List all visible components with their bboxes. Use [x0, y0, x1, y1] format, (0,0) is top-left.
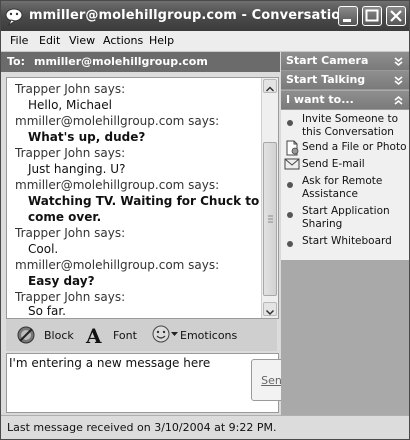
start-camera-header[interactable]: Start Camera	[281, 52, 409, 71]
start-talking-header[interactable]: Start Talking	[281, 71, 409, 90]
font-icon[interactable]: A	[86, 324, 102, 348]
menu-actions[interactable]: Actions	[103, 34, 143, 47]
message-text: Just hanging. U?	[28, 162, 126, 176]
window-title: mmiller@molehillgroup.com - Conversation	[29, 8, 350, 23]
message-sender: mmiller@molehillgroup.com says:	[15, 178, 220, 192]
to-bar: To: mmiller@molehillgroup.com	[1, 52, 280, 72]
message-input[interactable]: I'm entering a new message here	[9, 356, 241, 408]
i-want-to-list: Invite Someone to this Conversation Send…	[281, 110, 409, 260]
action-invite[interactable]: Invite Someone to this Conversation	[302, 113, 398, 139]
maximize-button[interactable]	[362, 6, 382, 26]
i-want-to-label: I want to...	[286, 93, 354, 106]
dropdown-arrow-icon[interactable]	[171, 332, 178, 337]
chevron-double-down-icon	[394, 76, 403, 86]
message-sender: Trapper John says:	[15, 226, 126, 240]
conversation-window: mmiller@molehillgroup.com - Conversation…	[0, 0, 410, 440]
i-want-to-header[interactable]: I want to...	[281, 91, 409, 110]
action-invite-line1: Invite Someone to	[302, 113, 398, 125]
bullet-icon	[287, 120, 293, 126]
block-icon[interactable]	[16, 325, 36, 345]
menu-edit[interactable]: Edit	[39, 34, 60, 47]
format-toolbar: Block A Font Emoticons	[6, 319, 277, 351]
message-text: Easy day?	[28, 274, 95, 288]
block-button[interactable]: Block	[44, 329, 74, 342]
action-whiteboard[interactable]: Start Whiteboard	[302, 235, 392, 248]
action-remote-line1: Ask for Remote	[302, 175, 383, 187]
message-text: Hello, Michael	[28, 98, 113, 112]
message-text: What's up, dude?	[28, 130, 146, 144]
status-text: Last message received on 3/10/2004 at 9:…	[7, 421, 277, 434]
emoticon-smiley-icon[interactable]	[152, 325, 170, 343]
start-talking-label: Start Talking	[286, 73, 366, 86]
message-sender: Trapper John says:	[15, 290, 126, 304]
bullet-icon	[287, 212, 293, 218]
minimize-icon	[343, 19, 351, 22]
menu-help[interactable]: Help	[149, 34, 174, 47]
scroll-thumb[interactable]	[263, 142, 277, 296]
font-button[interactable]: Font	[113, 329, 137, 342]
emoticons-button[interactable]: Emoticons	[180, 329, 237, 342]
scroll-up-button[interactable]	[263, 79, 277, 93]
messenger-buddy-icon	[5, 8, 23, 26]
bullet-icon	[287, 241, 293, 247]
status-bar: Last message received on 3/10/2004 at 9:…	[1, 415, 409, 439]
action-remote-assistance[interactable]: Ask for Remote Assistance	[302, 175, 382, 201]
minimize-button[interactable]	[338, 6, 358, 26]
message-sender: mmiller@molehillgroup.com says:	[15, 258, 220, 272]
chevron-up-icon	[265, 86, 275, 92]
actions-pane: Start Camera Start Talking I want to... …	[281, 52, 409, 415]
recipient-address: mmiller@molehillgroup.com	[34, 55, 208, 68]
title-bar[interactable]: mmiller@molehillgroup.com - Conversation	[1, 1, 409, 31]
to-label: To:	[7, 55, 25, 68]
action-sharing-line1: Start Application	[302, 205, 390, 217]
chevron-double-up-icon	[394, 95, 403, 105]
close-icon	[390, 10, 402, 22]
start-camera-label: Start Camera	[286, 54, 369, 67]
action-send-file[interactable]: Send a File or Photo	[302, 141, 407, 154]
menu-bar: File Edit View Actions Help	[1, 31, 409, 52]
message-sender: Trapper John says:	[15, 146, 126, 160]
maximize-icon	[365, 9, 379, 22]
envelope-icon	[284, 158, 300, 170]
message-text: Watching TV. Waiting for Chuck to	[28, 194, 260, 208]
menu-view[interactable]: View	[69, 34, 95, 47]
action-send-email[interactable]: Send E-mail	[302, 158, 365, 171]
conversation-history[interactable]: Trapper John says: Hello, Michael mmille…	[6, 77, 279, 319]
message-text: Cool.	[28, 242, 59, 256]
compose-area: I'm entering a new message here Send	[6, 353, 299, 413]
action-remote-line2: Assistance	[302, 188, 358, 200]
bullet-icon	[287, 182, 293, 188]
action-sharing-line2: Sharing	[302, 218, 343, 230]
chevron-double-down-icon	[394, 57, 403, 67]
scroll-down-button[interactable]	[263, 302, 277, 316]
action-invite-line2: this Conversation	[302, 126, 394, 138]
history-scrollbar[interactable]	[261, 78, 278, 318]
close-button[interactable]	[386, 6, 406, 26]
message-sender: mmiller@molehillgroup.com says:	[15, 114, 220, 128]
action-app-sharing[interactable]: Start Application Sharing	[302, 205, 390, 231]
message-text: So far.	[28, 304, 66, 318]
menu-file[interactable]: File	[10, 34, 28, 47]
message-text-continued: come over.	[28, 210, 102, 224]
message-sender: Trapper John says:	[15, 82, 126, 96]
chevron-down-icon	[265, 309, 275, 316]
file-icon	[286, 140, 299, 156]
grip-icon	[268, 215, 273, 223]
